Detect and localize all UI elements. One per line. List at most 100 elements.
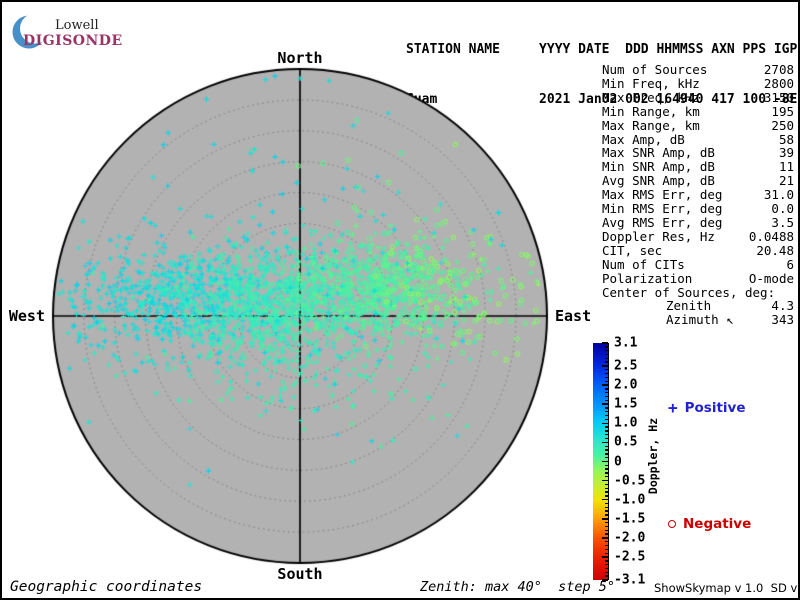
colorbar-minor-tick	[605, 487, 608, 489]
negative-legend: Negative	[668, 516, 751, 532]
stat-label: Zenith	[666, 298, 712, 314]
colorbar-major-tick	[602, 499, 608, 501]
plus-marker-icon: +	[668, 398, 678, 417]
stat-row: Min SNR Amp, dB 11	[602, 160, 794, 174]
stat-label: Min Freq, kHz	[602, 75, 700, 91]
stat-row: Zenith 4.3	[602, 299, 794, 313]
stat-label: Polarization	[602, 270, 693, 286]
colorbar-major-tick	[602, 556, 608, 558]
direction-label-north: North	[277, 49, 323, 67]
colorbar-minor-tick	[605, 380, 608, 382]
colorbar-tick-label: 0.5	[614, 434, 638, 450]
colorbar-tick-label: 1.5	[614, 396, 638, 412]
colorbar-minor-tick	[605, 357, 608, 359]
stat-row: Max Amp, dB 58	[602, 131, 794, 147]
colorbar-minor-tick	[605, 567, 608, 570]
colorbar-tick-label: -1.5	[614, 511, 646, 527]
colorbar-minor-tick	[605, 506, 608, 509]
colorbar-minor-tick	[605, 491, 608, 493]
colorbar-major-tick	[602, 441, 608, 444]
colorbar-minor-tick	[605, 353, 608, 356]
stat-value: 4.3	[771, 298, 794, 314]
colorbar-minor-tick	[605, 510, 608, 512]
digisonde-logo: Lowell DIGISONDE	[8, 7, 138, 49]
colorbar-tick-label: -0.5	[614, 473, 646, 489]
stat-label: Avg RMS Err, deg	[602, 214, 723, 230]
colorbar-minor-tick	[605, 541, 608, 543]
stat-label: Center of Sources, deg:	[602, 284, 776, 300]
colorbar-minor-tick	[605, 560, 608, 562]
colorbar-tick-label: 0	[614, 454, 622, 469]
stat-value: 0.0488	[748, 228, 794, 244]
colorbar-axis-label: Doppler, Hz	[646, 417, 660, 495]
stat-label: CIT, sec	[602, 242, 663, 258]
direction-label-south: South	[277, 565, 323, 583]
colorbar-minor-tick	[605, 502, 608, 505]
colorbar-ticks: 3.1 2.5 2.0 1.5 1.0 0.5 0 -0.5 -1.0 -1.5 -2.0 -2.5 -…	[593, 336, 645, 588]
stat-row: Doppler Res, Hz 0.0488	[602, 228, 794, 244]
skymap-window: Lowell DIGISONDE STATION NAME YYYY DATE …	[0, 0, 800, 600]
colorbar-minor-tick	[605, 388, 608, 390]
stat-value: O-mode	[748, 270, 794, 286]
stat-value: 11	[778, 159, 794, 175]
stat-label: Max Range, km	[602, 117, 700, 133]
stat-row: Avg SNR Amp, dB 21	[602, 174, 794, 188]
colorbar-minor-tick	[605, 456, 608, 459]
stat-value: 58	[778, 131, 794, 147]
colorbar-minor-tick	[605, 453, 608, 455]
stat-label: Max Freq, kHz	[602, 89, 700, 105]
stat-label: Min RMS Err, deg	[602, 201, 723, 217]
colorbar-minor-tick	[605, 449, 608, 451]
colorbar-minor-tick	[605, 418, 608, 421]
colorbar-minor-tick	[605, 548, 608, 551]
skymap-polar-plot	[32, 47, 572, 587]
colorbar-minor-tick	[605, 564, 608, 566]
stat-row: Center of Sources, deg:	[602, 284, 794, 300]
colorbar-minor-tick	[605, 464, 608, 466]
colorbar-minor-tick	[605, 391, 608, 394]
stat-label: Max SNR Amp, dB	[602, 145, 715, 161]
colorbar-minor-tick	[605, 514, 608, 516]
stat-value: 3.5	[771, 214, 794, 230]
direction-label-west: West	[8, 307, 45, 325]
positive-legend: + Positive	[668, 398, 746, 417]
colorbar-major-tick	[602, 460, 608, 463]
negative-legend-label: Negative	[683, 516, 752, 532]
stat-row: Min Freq, kHz 2800	[602, 77, 794, 91]
colorbar-minor-tick	[605, 476, 608, 478]
colorbar-minor-tick	[605, 468, 608, 470]
colorbar-minor-tick	[605, 414, 608, 417]
measurement-stats-panel: Num of Sources 2708 Min Freq, kHz 2800 Max F…	[602, 63, 794, 327]
coordinates-footnote: Geographic coordinates	[10, 579, 203, 595]
colorbar-tick-label: -3.1	[614, 572, 646, 588]
colorbar-minor-tick	[605, 571, 608, 574]
stat-row: Avg RMS Err, deg 3.5	[602, 216, 794, 230]
colorbar-minor-tick	[605, 544, 608, 547]
stat-value: 3150	[763, 89, 794, 105]
stat-row: Max Freq, kHz 3150	[602, 89, 794, 105]
stat-value: 2708	[763, 62, 794, 77]
colorbar-minor-tick	[605, 372, 608, 375]
stat-label: Azimuth ↖	[666, 312, 734, 328]
stat-row: Num of CITs 6	[602, 256, 794, 272]
colorbar-minor-tick	[605, 521, 608, 524]
colorbar-minor-tick	[605, 395, 608, 398]
colorbar-minor-tick	[605, 495, 608, 497]
stat-label: Num of Sources	[602, 62, 708, 77]
colorbar-minor-tick	[605, 399, 608, 402]
colorbar-minor-tick	[605, 369, 608, 371]
logo-text-lowell: Lowell	[55, 18, 99, 33]
colorbar-minor-tick	[605, 575, 608, 577]
stat-row: Max RMS Err, deg 31.0	[602, 188, 794, 202]
stat-label: Max Amp, dB	[602, 131, 685, 147]
positive-legend-label: Positive	[684, 400, 746, 416]
colorbar-tick-label: -1.0	[614, 492, 646, 508]
stat-row: Num of Sources 2708	[602, 63, 794, 77]
stat-label: Num of CITs	[602, 256, 685, 272]
stat-value: 6	[786, 256, 794, 272]
colorbar-minor-tick	[605, 434, 608, 436]
stat-value: 20.48	[756, 242, 794, 258]
colorbar-minor-tick	[605, 483, 608, 486]
colorbar-major-tick	[602, 422, 608, 424]
colorbar-minor-tick	[605, 426, 608, 428]
